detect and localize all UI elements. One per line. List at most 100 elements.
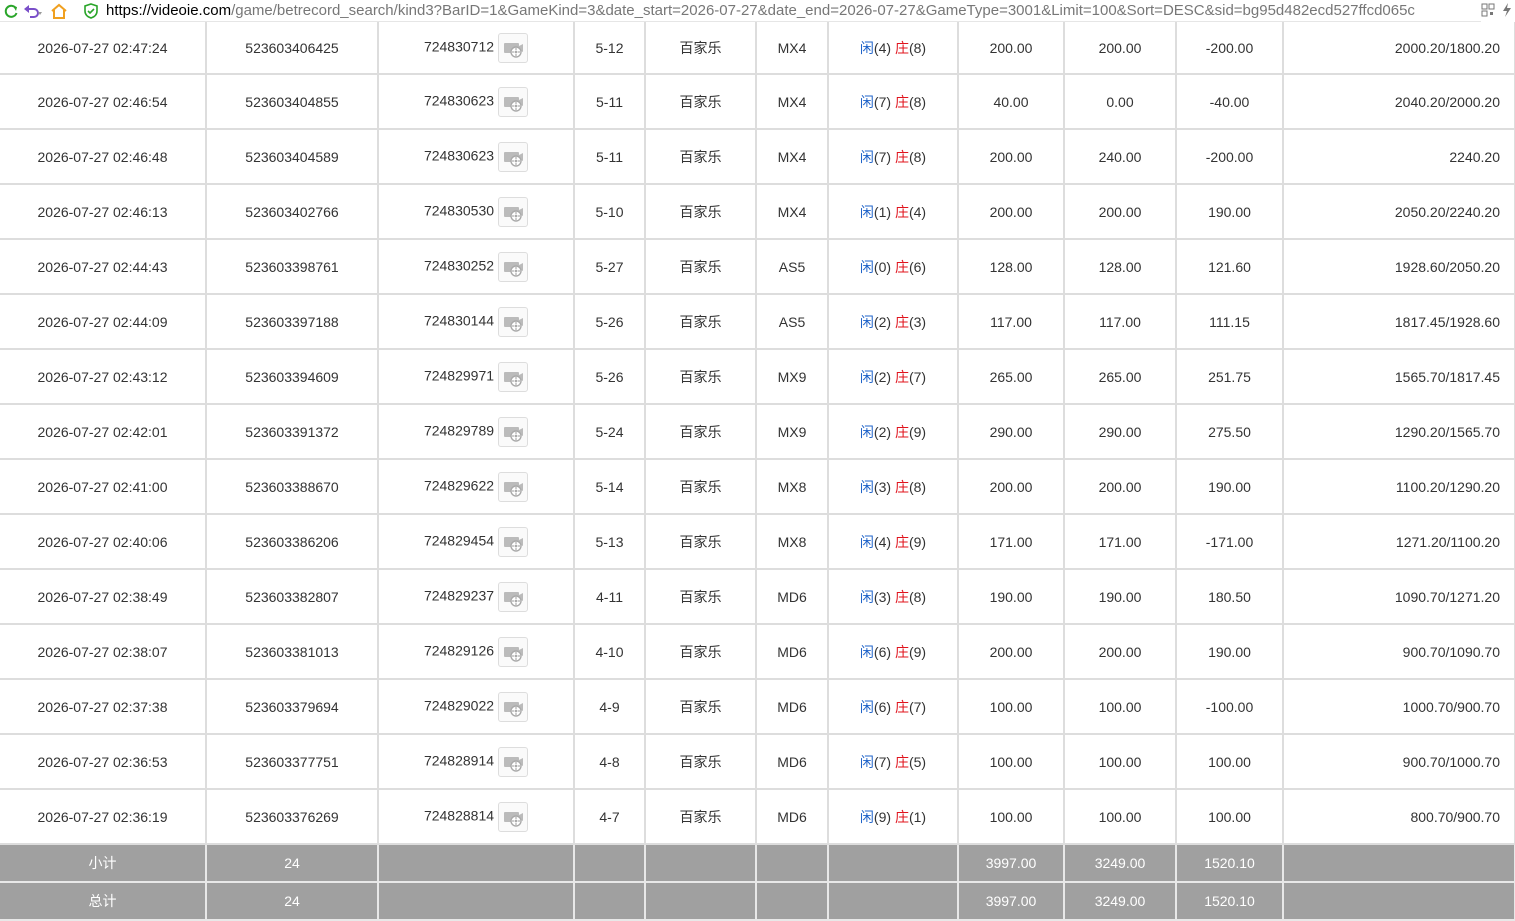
bet-amount: 200.00 [958,129,1065,185]
secure-shield-icon [80,0,102,22]
video-replay-icon[interactable] [498,251,529,282]
qr-code-icon[interactable] [1481,3,1495,20]
video-replay-icon[interactable] [498,86,529,117]
order-number: 523603388670 [206,459,379,515]
order-number: 523603382807 [206,569,379,625]
refresh-icon[interactable] [0,0,22,22]
banker-label: 庄 [894,808,909,825]
bet-amount: 290.00 [958,404,1065,460]
table-number: 5-14 [574,459,646,515]
video-replay-icon[interactable] [498,196,529,227]
room-code: MX8 [756,514,829,570]
video-replay-icon[interactable] [498,361,529,392]
room-code: AS5 [756,294,829,350]
room-code: MD6 [756,789,829,845]
win-loss: 111.15 [1176,294,1284,350]
video-replay-icon[interactable] [498,306,529,337]
order-number: 523603394609 [206,349,379,405]
video-replay-icon[interactable] [498,801,529,832]
table-number: 5-26 [574,294,646,350]
summary-row: 总计 24 3997.00 3249.00 1520.10 [0,882,1515,921]
table-row: 2026-07-27 02:46:13 523603402766 7248305… [0,184,1515,240]
table-row: 2026-07-27 02:38:49 523603382807 7248292… [0,569,1515,625]
url-text[interactable]: https://videoie.com/game/betrecord_searc… [106,2,1436,19]
video-replay-icon[interactable] [498,526,529,557]
round-number: 724829237 [423,587,495,604]
balance: 1271.20/1100.20 [1283,514,1515,570]
round-cell: 724830623 [378,74,575,130]
table-number: 4-9 [574,679,646,735]
room-code: MD6 [756,734,829,790]
round-cell: 724830712 [378,22,575,75]
bet-time: 2026-07-27 02:38:49 [0,569,207,625]
home-icon[interactable] [48,0,70,22]
player-score: (2) [873,368,892,385]
summary-empty [645,844,757,883]
round-cell: 724830623 [378,129,575,185]
balance: 900.70/1000.70 [1283,734,1515,790]
bet-time: 2026-07-27 02:46:13 [0,184,207,240]
win-loss: 275.50 [1176,404,1284,460]
valid-bet: 0.00 [1064,74,1177,130]
result-cell: 闲(4) 庄(8) [828,22,959,75]
summary-row: 小计 24 3997.00 3249.00 1520.10 [0,844,1515,883]
video-replay-icon[interactable] [498,581,529,612]
round-cell: 724829622 [378,459,575,515]
banker-label: 庄 [894,148,909,165]
video-replay-icon[interactable] [498,141,529,172]
room-code: MX4 [756,184,829,240]
lightning-icon[interactable] [1501,2,1513,20]
result-cell: 闲(3) 庄(8) [828,569,959,625]
banker-score: (8) [908,39,927,56]
video-replay-icon[interactable] [498,636,529,667]
table-number: 4-7 [574,789,646,845]
valid-bet: 200.00 [1064,184,1177,240]
win-loss: 121.60 [1176,239,1284,295]
room-code: MX4 [756,129,829,185]
bet-amount: 100.00 [958,789,1065,845]
round-cell: 724829237 [378,569,575,625]
banker-label: 庄 [894,533,909,550]
bet-amount: 117.00 [958,294,1065,350]
game-name: 百家乐 [645,349,757,405]
game-name: 百家乐 [645,74,757,130]
summary-empty [828,844,959,883]
video-replay-icon[interactable] [498,471,529,502]
banker-score: (7) [908,368,927,385]
table-number: 4-11 [574,569,646,625]
video-replay-icon[interactable] [498,416,529,447]
video-replay-icon[interactable] [498,746,529,777]
result-cell: 闲(4) 庄(9) [828,514,959,570]
table-row: 2026-07-27 02:44:09 523603397188 7248301… [0,294,1515,350]
table-number: 5-11 [574,129,646,185]
win-loss: 100.00 [1176,734,1284,790]
player-label: 闲 [859,808,874,825]
bet-amount: 100.00 [958,734,1065,790]
summary-empty [645,882,757,921]
round-cell: 724829126 [378,624,575,680]
game-name: 百家乐 [645,734,757,790]
bet-time: 2026-07-27 02:40:06 [0,514,207,570]
back-undo-icon[interactable] [22,0,44,22]
summary-empty [1283,844,1515,883]
game-name: 百家乐 [645,239,757,295]
player-label: 闲 [859,533,874,550]
game-name: 百家乐 [645,22,757,75]
bet-amount: 200.00 [958,624,1065,680]
balance: 1565.70/1817.45 [1283,349,1515,405]
win-loss: 190.00 [1176,184,1284,240]
room-code: MX9 [756,404,829,460]
round-cell: 724830144 [378,294,575,350]
bet-amount: 200.00 [958,459,1065,515]
summary-win: 1520.10 [1176,844,1284,883]
player-score: (7) [873,148,892,165]
order-number: 523603398761 [206,239,379,295]
win-loss: 251.75 [1176,349,1284,405]
summary-label: 总计 [0,882,207,921]
round-number: 724829789 [423,422,495,439]
table-row: 2026-07-27 02:43:12 523603394609 7248299… [0,349,1515,405]
video-replay-icon[interactable] [498,32,529,63]
game-name: 百家乐 [645,129,757,185]
video-replay-icon[interactable] [498,691,529,722]
balance: 1817.45/1928.60 [1283,294,1515,350]
